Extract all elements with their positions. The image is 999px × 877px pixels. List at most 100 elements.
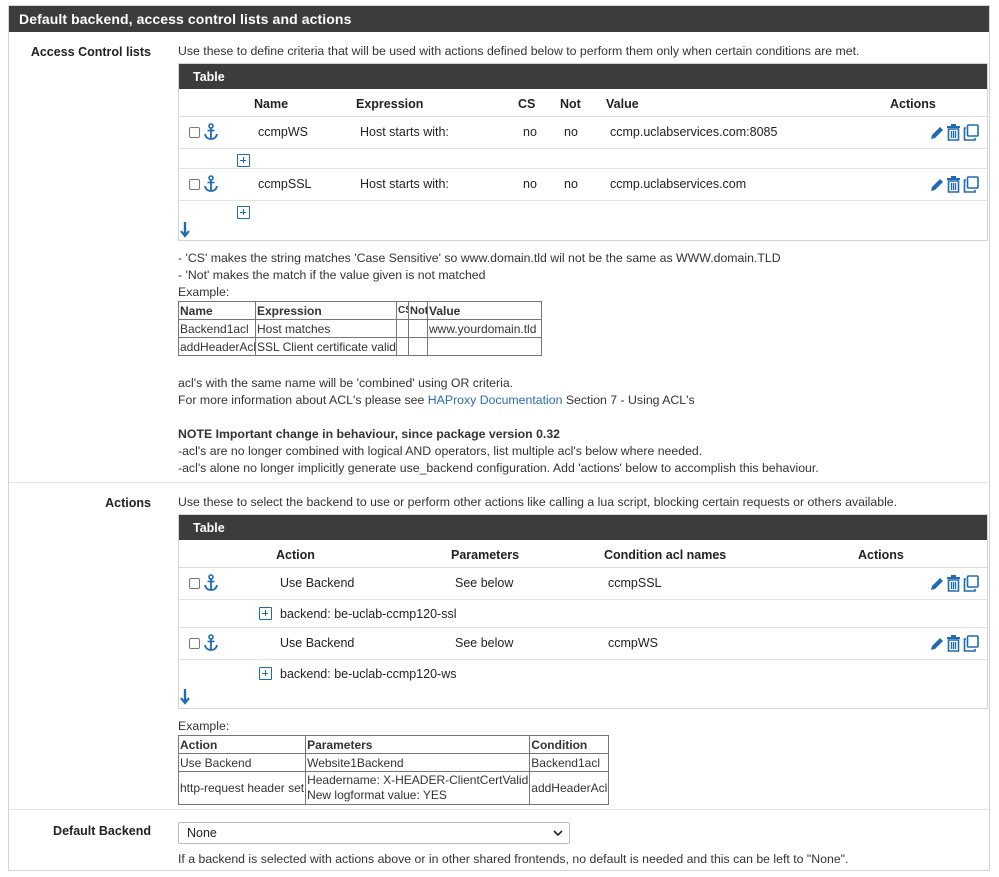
actions-table-row: Use Backend See below ccmpWS (179, 628, 987, 660)
example-col-value: Value (427, 301, 542, 320)
acl-combined-text: acl's with the same name will be 'combin… (178, 376, 514, 390)
action-detail: backend: be-uclab-ccmp120-ws (280, 667, 457, 681)
col-not: Not (560, 97, 581, 111)
action-condition: ccmpSSL (608, 576, 662, 590)
acl-example-label: Example: (178, 285, 230, 299)
acl-description: Use these to define criteria that will b… (178, 44, 860, 58)
plus-square-icon[interactable] (237, 206, 250, 219)
example-cell (408, 337, 428, 356)
example-col-condition: Condition (529, 735, 610, 754)
example-row: http-request header set Headername: X-HE… (177, 771, 610, 805)
trash-icon[interactable] (946, 575, 961, 592)
actions-description: Use these to select the backend to use o… (178, 495, 898, 509)
row-checkbox[interactable] (189, 127, 200, 138)
actions-content: Use these to select the backend to use o… (177, 495, 988, 805)
example-col-action: Action (177, 735, 307, 754)
col-expression: Expression (356, 97, 424, 111)
copy-icon[interactable] (963, 635, 979, 652)
row-checkbox[interactable] (189, 638, 200, 649)
copy-icon[interactable] (963, 575, 979, 592)
col-cs: CS (518, 97, 536, 111)
acl-add-row (179, 201, 987, 221)
acl-value: ccmp.uclabservices.com (610, 177, 747, 191)
row-actions (929, 575, 979, 593)
example-cell (396, 319, 409, 338)
acl-notes: - 'CS' makes the string matches 'Case Se… (178, 250, 988, 301)
example-cell (408, 319, 428, 338)
trash-icon[interactable] (946, 635, 961, 652)
anchor-icon[interactable] (203, 123, 219, 141)
action-condition: ccmpWS (608, 636, 658, 650)
acl-footer (179, 221, 987, 240)
action-detail: backend: be-uclab-ccmp120-ssl (280, 607, 457, 621)
acl-value: ccmp.uclabservices.com:8085 (610, 125, 778, 139)
note-line: -acl's are no longer combined with logic… (178, 444, 703, 458)
col-name: Name (254, 97, 289, 111)
actions-table-row: Use Backend See below ccmpSSL (179, 568, 987, 600)
haproxy-documentation-link[interactable]: HAProxy Documentation (428, 393, 563, 407)
example-row: Backend1acl Host matches www.yourdomain.… (178, 319, 542, 338)
example-cell: Backend1acl (529, 753, 610, 772)
row-actions (929, 635, 979, 653)
plus-square-icon[interactable] (259, 607, 272, 620)
pencil-icon[interactable] (929, 576, 945, 592)
actions-example-label: Example: (178, 719, 230, 733)
more-info-prefix: For more information about ACL's please … (178, 393, 428, 407)
example-cell: Headername: X-HEADER-ClientCertValid New… (305, 771, 531, 805)
plus-square-icon[interactable] (259, 667, 272, 680)
default-backend-select[interactable]: None (178, 822, 570, 844)
col-actions: Actions (890, 97, 936, 111)
action-type: Use Backend (280, 576, 355, 590)
more-info-suffix: Section 7 - Using ACL's (562, 393, 695, 407)
col-actions: Actions (858, 548, 904, 562)
pencil-icon[interactable] (929, 636, 945, 652)
example-col-expression: Expression (255, 301, 397, 320)
acl-table-row: ccmpSSL Host starts with: no no ccmp.ucl… (179, 169, 987, 201)
pencil-icon[interactable] (929, 177, 945, 193)
actions-table-header: Action Parameters Condition acl names Ac… (179, 540, 987, 568)
acl-row: Access Control lists Use these to define… (9, 32, 989, 483)
col-condition: Condition acl names (604, 548, 727, 562)
note-title: NOTE Important change in behaviour, sinc… (178, 427, 561, 441)
col-parameters: Parameters (451, 548, 520, 562)
plus-square-icon[interactable] (237, 154, 250, 167)
action-detail-row: backend: be-uclab-ccmp120-ws (179, 660, 987, 688)
row-checkbox[interactable] (189, 179, 200, 190)
acl-table-header: Name Expression CS Not Value Actions (179, 89, 987, 117)
actions-table-title: Table (179, 515, 987, 540)
acl-not: no (564, 177, 578, 191)
panel-title: Default backend, access control lists an… (9, 6, 989, 32)
action-parameters: See below (455, 636, 514, 650)
example-cell: www.yourdomain.tld (427, 319, 542, 338)
acl-table-title: Table (179, 64, 987, 89)
trash-icon[interactable] (946, 124, 961, 141)
col-action: Action (276, 548, 315, 562)
actions-label: Actions (105, 496, 151, 510)
row-actions (929, 176, 979, 194)
acl-not: no (564, 125, 578, 139)
acl-table-row: ccmpWS Host starts with: no no ccmp.ucla… (179, 117, 987, 149)
acl-note-cs: - 'CS' makes the string matches 'Case Se… (178, 251, 781, 265)
anchor-icon[interactable] (203, 175, 219, 193)
arrow-down-icon[interactable] (180, 689, 190, 705)
pencil-icon[interactable] (929, 125, 945, 141)
acl-expression: Host starts with: (360, 177, 449, 191)
copy-icon[interactable] (963, 176, 979, 193)
arrow-down-icon[interactable] (180, 222, 190, 238)
acl-name: ccmpSSL (258, 177, 312, 191)
acl-example-table: Name Expression CS Not Value Backend1acl… (178, 301, 542, 356)
example-header-row: Name Expression CS Not Value (178, 301, 542, 320)
actions-example-table: Action Parameters Condition Use Backend … (177, 735, 610, 805)
example-cell: http-request header set (177, 771, 307, 805)
default-backend-value: None (187, 826, 217, 840)
anchor-icon[interactable] (203, 634, 219, 652)
example-cell (427, 337, 542, 356)
acl-cs: no (523, 125, 537, 139)
trash-icon[interactable] (946, 176, 961, 193)
example-cell: SSL Client certificate valid (255, 337, 397, 356)
col-value: Value (606, 97, 639, 111)
default-backend-row: Default Backend None If a backend is sel… (9, 810, 989, 872)
anchor-icon[interactable] (203, 574, 219, 592)
copy-icon[interactable] (963, 124, 979, 141)
row-checkbox[interactable] (189, 578, 200, 589)
